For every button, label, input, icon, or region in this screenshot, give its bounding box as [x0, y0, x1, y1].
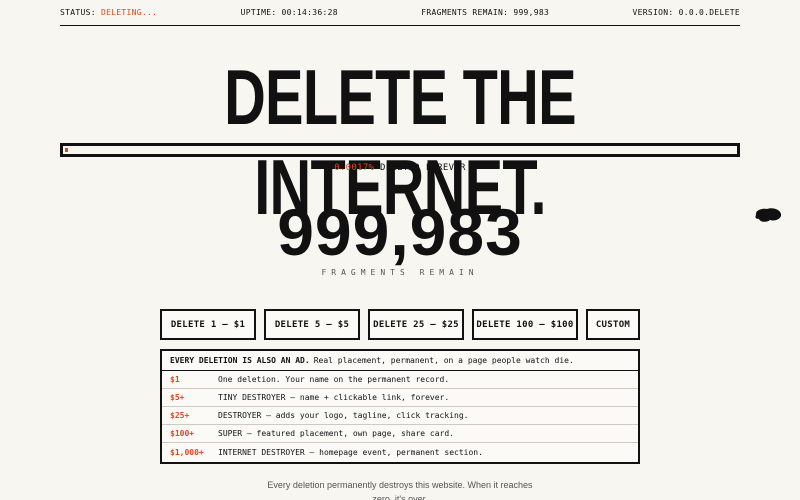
tier-row: $100+ SUPER — featured placement, own pa… [162, 425, 638, 443]
delete-1-button[interactable]: DELETE 1 — $1 [160, 309, 256, 340]
fragments-counter-label: FRAGMENTS REMAIN [321, 268, 479, 277]
footer-line: zero, it's over. [372, 494, 428, 500]
tier-description: INTERNET DESTROYER — homepage event, per… [218, 447, 483, 457]
deletion-progress-bar [60, 143, 740, 157]
footer-line: Every deletion permanently destroys this… [267, 480, 533, 490]
progress-percent: 0.0017% [334, 163, 375, 173]
tiers-header-title: EVERY DELETION IS ALSO AN AD. [170, 356, 310, 365]
fragments-readout: FRAGMENTS REMAIN: 999,983 [421, 8, 550, 17]
status-value: DELETING... [100, 8, 158, 17]
delete-25-button[interactable]: DELETE 25 — $25 [368, 309, 464, 340]
tiers-header: EVERY DELETION IS ALSO AN AD. Real place… [162, 351, 638, 371]
uptime-readout: UPTIME: 00:14:36:28 [240, 8, 338, 17]
progress-caption: 0.0017% DELETED FOREVER [0, 163, 800, 173]
tier-description: TINY DESTROYER — name + clickable link, … [218, 393, 450, 402]
tiers-header-subtitle: Real placement, permanent, on a page peo… [313, 356, 574, 365]
progress-fill [65, 148, 68, 152]
tier-price: $1,000+ [170, 447, 204, 457]
progress-label: DELETED FOREVER [379, 163, 466, 173]
tier-row: $25+ DESTROYER — adds your logo, tagline… [162, 407, 638, 425]
tier-description: DESTROYER — adds your logo, tagline, cli… [218, 411, 469, 420]
custom-amount-button[interactable]: CUSTOM [586, 309, 640, 340]
status-indicator: STATUS: DELETING... [60, 8, 157, 17]
delete-100-button[interactable]: DELETE 100 — $100 [472, 309, 578, 340]
pricing-tiers-table: EVERY DELETION IS ALSO AN AD. Real place… [160, 349, 640, 464]
tier-price: $5+ [170, 393, 185, 402]
delete-button-group: DELETE 1 — $1 DELETE 5 — $5 DELETE 25 — … [160, 309, 640, 340]
delete-5-button[interactable]: DELETE 5 — $5 [264, 309, 360, 340]
footer-note: Every deletion permanently destroys this… [0, 478, 800, 500]
tier-price: $25+ [170, 411, 190, 420]
tier-description: SUPER — featured placement, own page, sh… [218, 429, 455, 438]
tier-row: $1 One deletion. Your name on the perman… [162, 371, 638, 389]
tier-row: $5+ TINY DESTROYER — name + clickable li… [162, 389, 638, 407]
tier-description: One deletion. Your name on the permanent… [218, 375, 450, 384]
status-bar: STATUS: DELETING... UPTIME: 00:14:36:28 … [60, 0, 740, 26]
tier-row: $1,000+ INTERNET DESTROYER — homepage ev… [162, 443, 638, 461]
ink-splatter-icon [755, 208, 782, 222]
tier-price: $100+ [170, 429, 195, 438]
version-readout: VERSION: 0.0.0.DELETE [632, 8, 740, 17]
status-label: STATUS: [60, 8, 96, 17]
tier-price: $1 [170, 375, 180, 384]
fragments-counter: 999,983 [277, 195, 523, 269]
